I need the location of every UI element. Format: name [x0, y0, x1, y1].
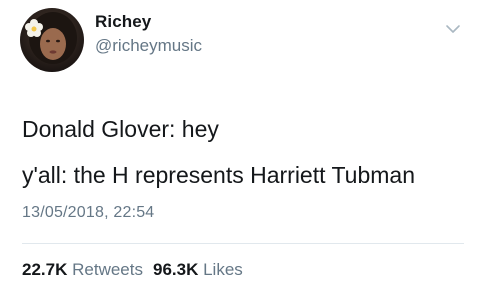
likes-label: Likes: [203, 260, 243, 279]
avatar-image: [20, 8, 84, 72]
user-handle[interactable]: @richeymusic: [95, 36, 202, 56]
tweet-stats: 22.7K Retweets 96.3K Likes: [22, 260, 243, 280]
avatar[interactable]: [20, 8, 84, 72]
tweet-text-line: y'all: the H represents Harriett Tubman: [22, 162, 415, 188]
retweets-label: Retweets: [72, 260, 143, 279]
display-name[interactable]: Richey: [95, 12, 151, 32]
likes-stat[interactable]: 96.3K Likes: [153, 260, 243, 279]
tweet-card: Richey @richeymusic Donald Glover: hey y…: [0, 0, 480, 287]
divider: [22, 243, 464, 244]
tweet-text-line: Donald Glover: hey: [22, 116, 219, 142]
chevron-down-icon[interactable]: [445, 22, 461, 34]
retweets-stat[interactable]: 22.7K Retweets: [22, 260, 143, 279]
tweet-timestamp[interactable]: 13/05/2018, 22:54: [22, 204, 154, 222]
tweet-text: Donald Glover: hey y'all: the H represen…: [22, 106, 472, 198]
likes-count: 96.3K: [152, 260, 199, 279]
retweets-count: 22.7K: [22, 260, 68, 279]
